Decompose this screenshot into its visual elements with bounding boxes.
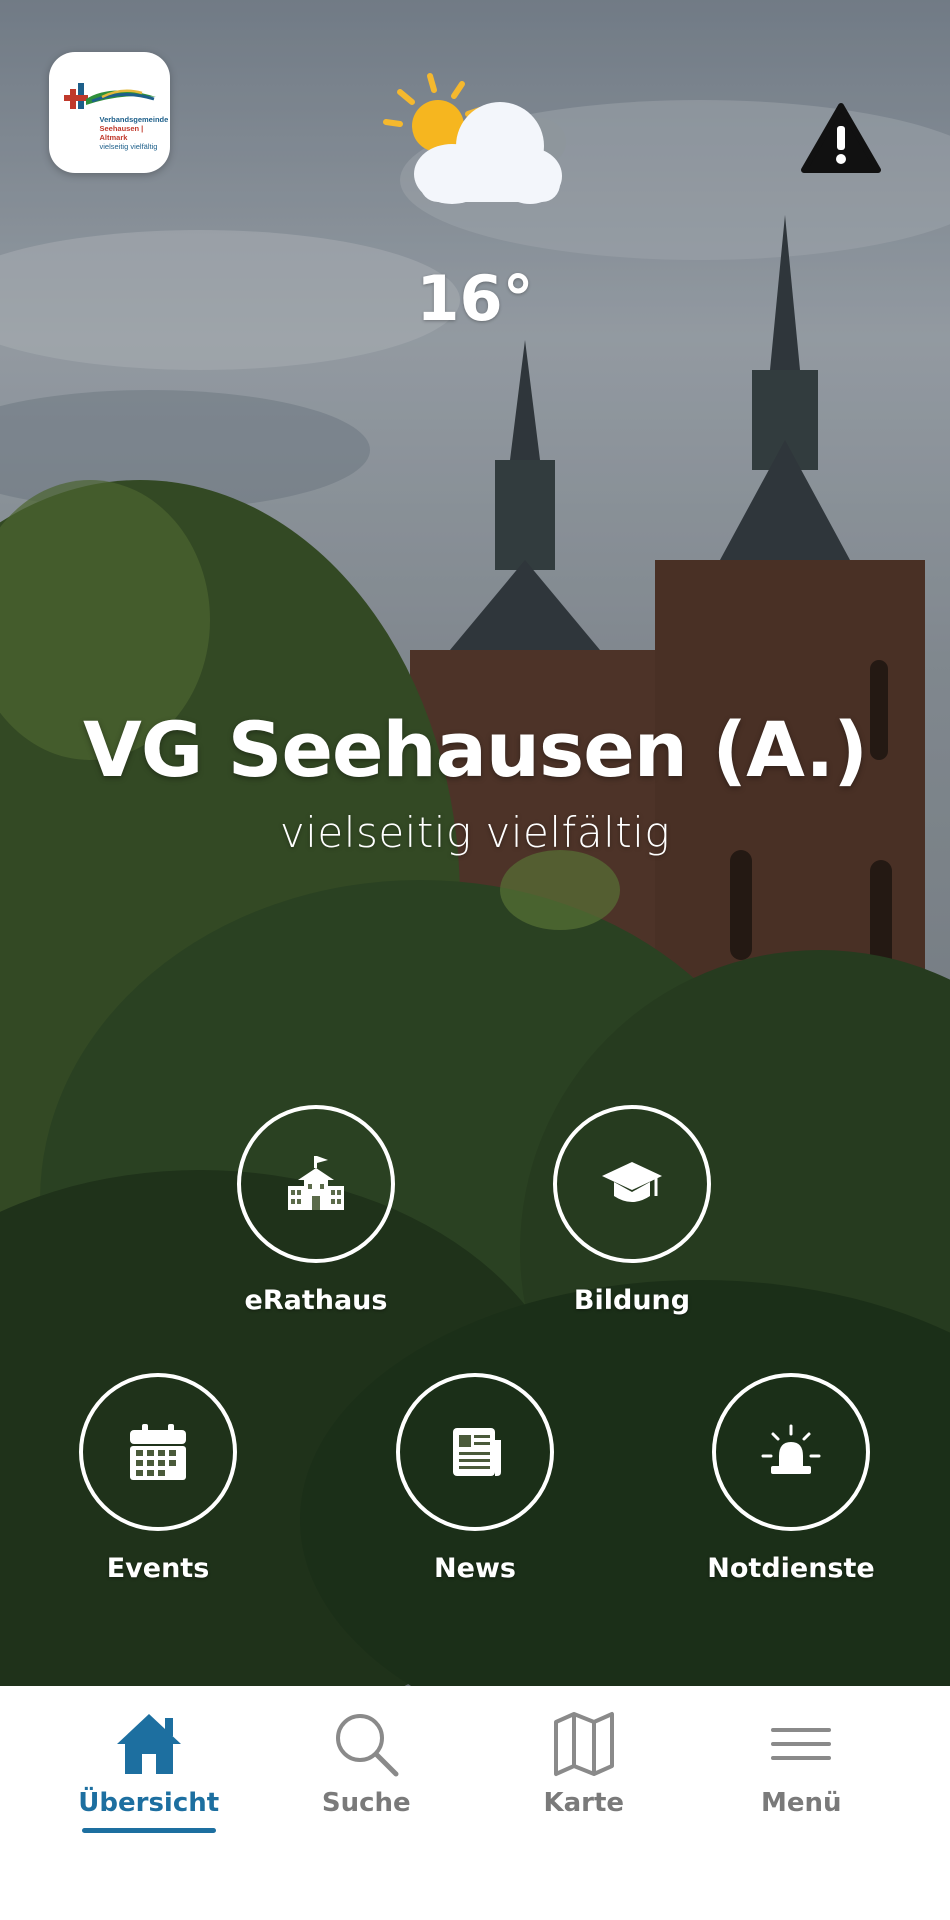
- tile-erathaus-label: eRathaus: [244, 1285, 388, 1316]
- tab-menue-label: Menü: [760, 1788, 842, 1818]
- tile-news-label: News: [434, 1553, 516, 1584]
- tab-suche-label: Suche: [321, 1788, 411, 1818]
- warning-icon[interactable]: [800, 102, 882, 174]
- municipality-logo[interactable]: Verbandsgemeinde Seehausen | Altmark vie…: [49, 52, 170, 173]
- tile-events-label: Events: [106, 1553, 210, 1584]
- tab-menue[interactable]: Menü: [693, 1686, 911, 1920]
- logo-text-line-1: Verbandsgemeinde: [99, 114, 169, 124]
- tile-events[interactable]: Events: [63, 1373, 253, 1584]
- menu-icon: [771, 1728, 832, 1760]
- graduation-cap-icon: [602, 1162, 662, 1202]
- tab-karte[interactable]: Karte: [475, 1686, 693, 1920]
- newspaper-icon: [453, 1428, 501, 1476]
- temperature-readout: 16°: [416, 262, 534, 335]
- tile-notdienste-label: Notdienste: [707, 1553, 875, 1584]
- calendar-icon: [130, 1424, 186, 1480]
- tile-news-ring: [396, 1373, 554, 1531]
- tile-news[interactable]: News: [380, 1373, 570, 1584]
- tab-suche[interactable]: Suche: [258, 1686, 476, 1920]
- page-subtitle: vielseitig vielfältig: [279, 808, 671, 857]
- bottom-tab-bar: Übersicht Suche Karte Menü: [0, 1686, 950, 1920]
- tile-bildung[interactable]: Bildung: [537, 1105, 727, 1316]
- town-hall-icon: [288, 1156, 344, 1210]
- page-title: VG Seehausen (A.): [83, 705, 868, 794]
- logo-text-line-3: vielseitig vielfältig: [99, 141, 158, 151]
- logo-text-line-2: Seehausen | Altmark: [99, 123, 144, 142]
- tile-notdienste[interactable]: Notdienste: [696, 1373, 886, 1584]
- tab-karte-label: Karte: [543, 1788, 625, 1818]
- active-tab-indicator: [81, 1828, 216, 1833]
- tab-uebersicht[interactable]: Übersicht: [40, 1686, 258, 1920]
- partly-cloudy-icon: [383, 73, 566, 204]
- tile-erathaus[interactable]: eRathaus: [221, 1105, 411, 1316]
- tile-notdienste-ring: [712, 1373, 870, 1531]
- home-icon: [116, 1714, 181, 1774]
- search-icon: [336, 1714, 399, 1777]
- tile-erathaus-ring: [237, 1105, 395, 1263]
- tile-bildung-label: Bildung: [573, 1285, 691, 1316]
- map-icon: [553, 1712, 614, 1776]
- verbandsgemeinde-logo-icon: [63, 82, 156, 109]
- tab-uebersicht-label: Übersicht: [78, 1788, 220, 1818]
- tile-events-ring: [79, 1373, 237, 1531]
- tile-bildung-ring: [553, 1105, 711, 1263]
- siren-icon: [761, 1424, 821, 1474]
